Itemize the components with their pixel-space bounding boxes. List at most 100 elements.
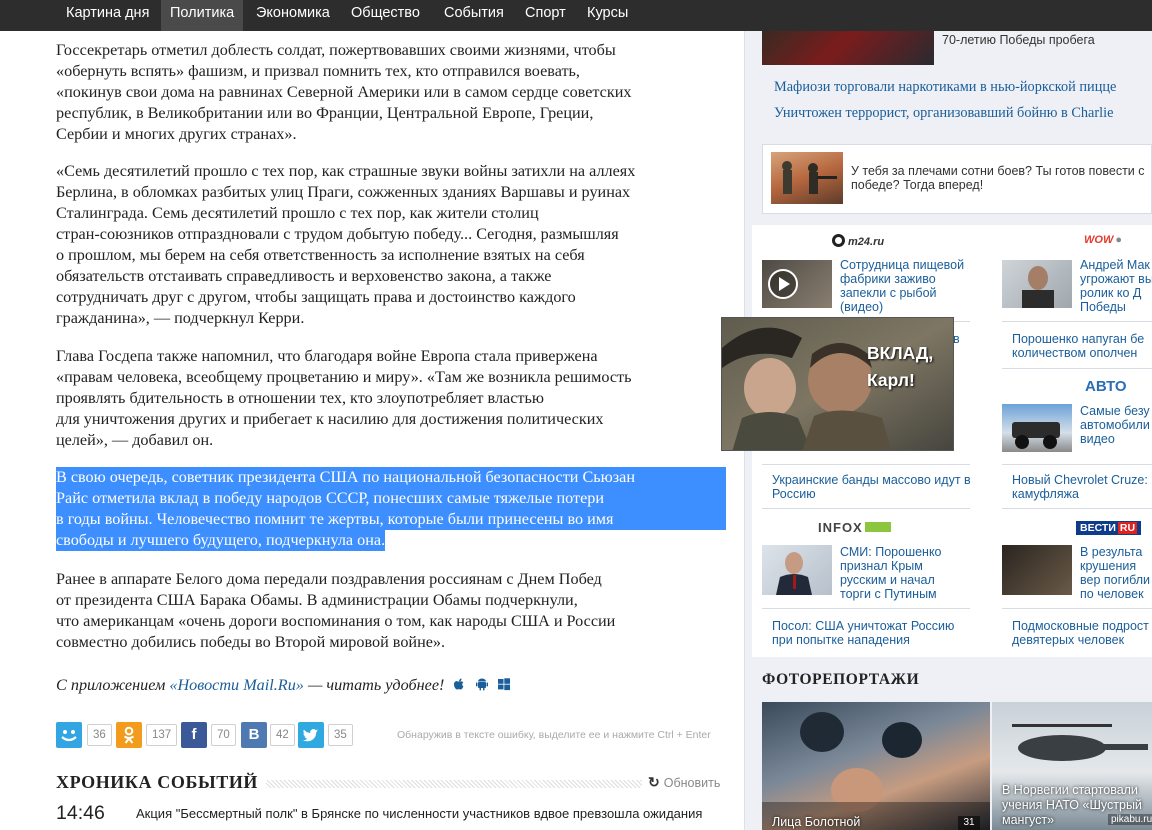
wow-logo[interactable]: WOW ● <box>1084 234 1122 246</box>
divider <box>762 608 970 609</box>
divider <box>762 464 970 465</box>
nav-item-politika[interactable]: Политика <box>161 0 244 31</box>
facebook-share-button[interactable]: f <box>181 722 207 748</box>
news-link[interactable]: В результа крушения вер погибли по челов… <box>1080 545 1152 601</box>
news-link[interactable]: Посол: США уничтожат Россию при попытке … <box>772 619 972 647</box>
photo-report-thumbnail[interactable] <box>762 702 990 830</box>
article-paragraph: Ранее в аппарате Белого дома передали по… <box>56 569 726 653</box>
chronicle-title: ХРОНИКА СОБЫТИЙ <box>56 772 259 792</box>
photo-count-badge: 31 <box>958 816 980 830</box>
chronicle-item-link[interactable]: Акция "Бессмертный полк" в Брянске по чи… <box>136 806 702 821</box>
truck-icon <box>1012 422 1060 449</box>
facebook-icon: f <box>191 726 197 743</box>
odnoklassniki-icon <box>123 726 135 744</box>
twitter-share-button[interactable] <box>298 722 324 748</box>
news-link[interactable]: СМИ: Порошенко признал Крым русским и на… <box>840 545 960 601</box>
text-line: стран-союзников отпраздновали с трудом д… <box>56 225 619 243</box>
vk-icon: B <box>248 726 260 743</box>
article-paragraph: Глава Госдепа также напомнил, что благод… <box>56 346 726 451</box>
share-count: 70 <box>211 724 236 746</box>
article-paragraph-selected[interactable]: В свою очередь, советник президента США … <box>56 467 726 551</box>
nav-item-kartina-dnya[interactable]: Картина дня <box>57 0 158 31</box>
news-thumbnail[interactable] <box>1002 545 1072 595</box>
person-icon <box>1022 266 1054 308</box>
news-link[interactable]: Уничтожен террорист, организовавший бойн… <box>774 105 1113 122</box>
nav-item-sport[interactable]: Спорт <box>516 0 575 31</box>
news-thumbnail[interactable] <box>1002 404 1072 452</box>
android-icon[interactable] <box>475 677 489 691</box>
text-line: сотрудничать друг с другом, чтобы защища… <box>56 288 576 306</box>
twitter-bird-icon <box>303 729 318 742</box>
share-count: 137 <box>146 724 178 746</box>
news-link[interactable]: Сотрудница пищевой фабрики заживо запекл… <box>840 258 980 314</box>
news-thumbnail[interactable] <box>762 545 832 595</box>
news-caption[interactable]: 70-летию Победы пробега <box>942 33 1147 47</box>
news-link[interactable]: Подмосковные подрост девятерых человек <box>1012 619 1152 647</box>
vesti-logo[interactable]: ВЕСТИ RU <box>1076 521 1142 535</box>
refresh-button[interactable]: ↻ Обновить <box>648 774 720 791</box>
refresh-label: Обновить <box>663 776 721 790</box>
news-link[interactable]: Мафиози торговали наркотиками в нью-йорк… <box>774 79 1116 96</box>
divider <box>1002 464 1152 465</box>
news-link[interactable]: Новый Chevrolet Cruze: камуфляжа <box>1012 473 1152 501</box>
text-line: республик, в Великобритании или во Франц… <box>56 104 594 122</box>
text-line: целей», — добавил он. <box>56 431 214 449</box>
text-line: проявлять бдительность в отношении тех, … <box>56 389 544 407</box>
text-line: «правам человека, всеобщему процветанию … <box>56 368 632 386</box>
wow-logo-text: WOW <box>1084 234 1114 246</box>
moimir-share-button[interactable] <box>56 722 82 748</box>
pikabu-watermark: pikabu.ru <box>1108 814 1152 825</box>
apple-icon[interactable] <box>452 677 466 691</box>
app-promo-prefix: С приложением <box>56 676 170 694</box>
m24-logo[interactable]: m24.ru <box>832 234 884 248</box>
soldiers-icon <box>782 161 837 194</box>
photo-reports-title: ФОТОРЕПОРТАЖИ <box>762 671 920 688</box>
vkontakte-share-button[interactable]: B <box>241 722 267 748</box>
app-promo-link[interactable]: «Новости Mail.Ru» <box>169 676 304 694</box>
nav-item-sobytiya[interactable]: События <box>435 0 513 31</box>
article-paragraph: «Семь десятилетий прошло с тех пор, как … <box>56 161 726 329</box>
text-line: о прошлом, мы берем на себя ответственно… <box>56 246 585 264</box>
text-line: для уничтожения других и прибегает к нас… <box>56 410 604 428</box>
news-link[interactable]: Андрей Мак угрожают вы ролик ко Д Победы <box>1080 258 1152 314</box>
text-line: Сталинграда. Семь десятилетий прошло с т… <box>56 204 539 222</box>
divider <box>1002 368 1152 369</box>
infox-logo[interactable]: INFOX <box>818 520 891 535</box>
chronicle-time: 14:46 <box>56 802 105 824</box>
news-thumbnail[interactable] <box>762 31 934 65</box>
nav-item-ekonomika[interactable]: Экономика <box>247 0 339 31</box>
infox-logo-text: INFOX <box>818 520 863 535</box>
divider <box>1002 508 1152 509</box>
text-line: Ранее в аппарате Белого дома передали по… <box>56 570 602 588</box>
ad-text[interactable]: У тебя за плечами сотни боев? Ты готов п… <box>851 164 1151 192</box>
person-icon <box>776 552 812 595</box>
chronicle-divider <box>266 780 642 788</box>
share-count: 42 <box>270 724 295 746</box>
text-line: совместно добились победы во Второй миро… <box>56 633 446 651</box>
news-link[interactable]: Самые безу автомобили видео <box>1080 404 1152 446</box>
avto-section-title[interactable]: АВТО <box>1085 378 1127 395</box>
meme-image: ВКЛАД, Карл! <box>721 317 954 451</box>
selected-text-line: свободы и лучшего будущего, подчеркнула … <box>56 530 386 551</box>
news-link[interactable]: Украинские банды массово идут в Россию <box>772 473 972 501</box>
text-line: Глава Госдепа также напомнил, что благод… <box>56 347 598 365</box>
article-paragraph: Госсекретарь отметил доблесть солдат, по… <box>56 40 726 145</box>
refresh-icon: ↻ <box>648 774 660 790</box>
news-thumbnail[interactable] <box>762 260 832 308</box>
app-promo-suffix: — читать удобнее! <box>303 676 445 694</box>
odnoklassniki-share-button[interactable] <box>116 722 142 748</box>
text-line: от президента США Барака Обамы. В админи… <box>56 591 578 609</box>
wow-logo-dot-icon: ● <box>1115 234 1122 246</box>
smile-icon <box>61 730 77 742</box>
m24-logo-icon <box>832 234 845 247</box>
selected-text-line: в годы войны. Человечество помнит те жер… <box>56 509 726 530</box>
share-count: 35 <box>328 724 353 746</box>
nav-item-obshchestvo[interactable]: Общество <box>342 0 429 31</box>
nav-item-kursy[interactable]: Курсы <box>578 0 637 31</box>
news-link[interactable]: Порошенко напуган бе количеством ополчен <box>1012 332 1152 360</box>
text-line: «покинув свои дома на равнинах Северной … <box>56 83 632 101</box>
windows-icon[interactable] <box>497 677 511 691</box>
photo-report-caption[interactable]: Лица Болотной <box>772 815 860 830</box>
news-thumbnail[interactable] <box>1002 260 1072 308</box>
ad-thumbnail[interactable] <box>771 152 843 204</box>
